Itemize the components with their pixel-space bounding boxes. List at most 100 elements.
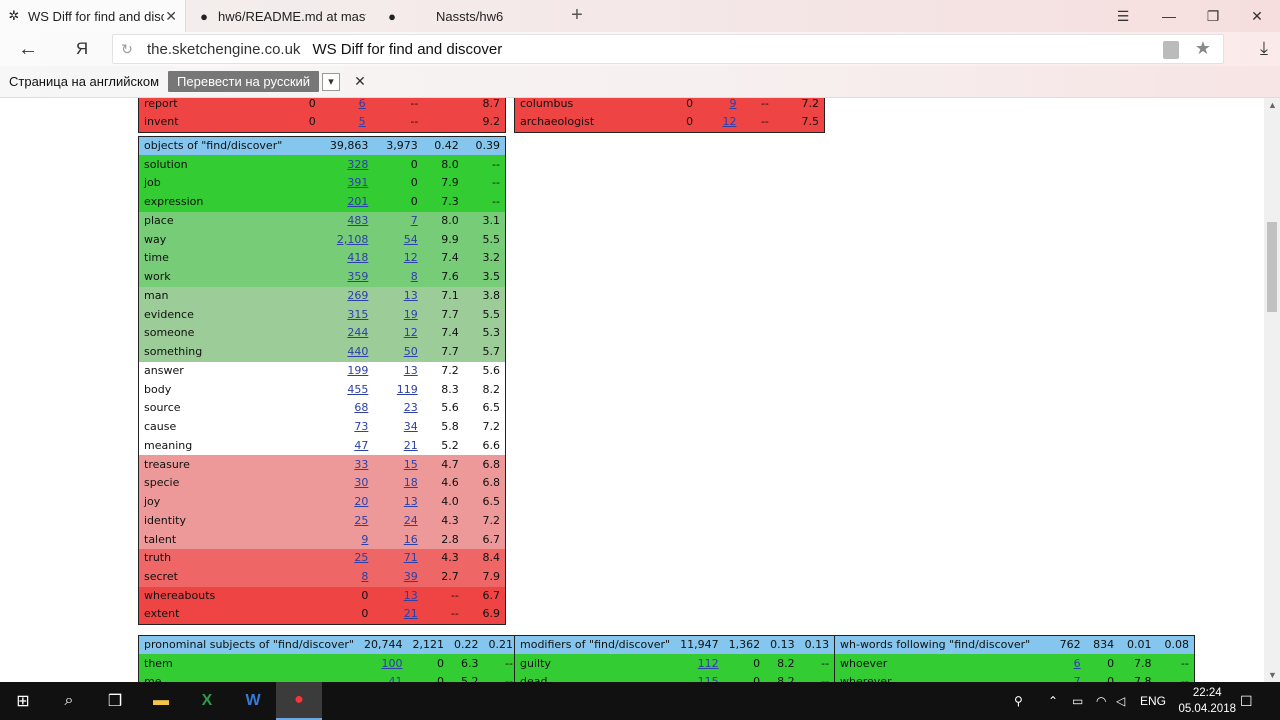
- protect-icon[interactable]: [1163, 41, 1179, 59]
- tab-readme[interactable]: ● hw6/README.md at master: [190, 0, 376, 32]
- scroll-up-icon[interactable]: ▲: [1268, 100, 1277, 110]
- concordance-link[interactable]: 12: [404, 251, 418, 264]
- concordance-link[interactable]: 19: [404, 308, 418, 321]
- concordance-link[interactable]: 18: [404, 476, 418, 489]
- concordance-link[interactable]: 12: [404, 326, 418, 339]
- concordance-link[interactable]: 9: [729, 98, 736, 110]
- windows-start-icon[interactable]: ⊞: [0, 682, 46, 720]
- concordance-link[interactable]: 418: [347, 251, 368, 264]
- concordance-link[interactable]: 5: [359, 115, 366, 128]
- tab-sketch-engine[interactable]: ✲ WS Diff for find and disco ✕: [0, 0, 186, 32]
- search-icon[interactable]: ⌕: [46, 682, 92, 720]
- menu-icon[interactable]: ☰: [1100, 0, 1146, 32]
- concordance-link[interactable]: 39: [404, 570, 418, 583]
- scrollbar-thumb[interactable]: [1267, 222, 1277, 312]
- concordance-link[interactable]: 7: [411, 214, 418, 227]
- concordance-link[interactable]: 13: [404, 495, 418, 508]
- concordance-link[interactable]: 21: [404, 439, 418, 452]
- concordance-link[interactable]: 71: [404, 551, 418, 564]
- notifications-icon[interactable]: ☐: [1240, 682, 1253, 720]
- battery-icon[interactable]: ▭: [1072, 682, 1083, 720]
- concordance-link[interactable]: 25: [354, 551, 368, 564]
- close-icon[interactable]: ✕: [354, 73, 366, 90]
- concordance-link[interactable]: 440: [347, 345, 368, 358]
- translate-button[interactable]: Перевести на русский: [168, 71, 320, 92]
- people-icon[interactable]: ⚲: [1014, 682, 1023, 720]
- concordance-link[interactable]: 24: [404, 514, 418, 527]
- concordance-link[interactable]: 21: [404, 607, 418, 620]
- volume-icon[interactable]: ◁: [1116, 682, 1125, 720]
- concordance-link[interactable]: 359: [347, 270, 368, 283]
- freq-1: 25: [316, 512, 374, 531]
- new-tab-button[interactable]: +: [566, 4, 588, 26]
- concordance-link[interactable]: 315: [347, 308, 368, 321]
- back-arrow-icon[interactable]: ←: [14, 36, 42, 62]
- concordance-link[interactable]: 2,108: [337, 233, 369, 246]
- concordance-link[interactable]: 483: [347, 214, 368, 227]
- concordance-link[interactable]: 68: [354, 401, 368, 414]
- concordance-link[interactable]: 33: [354, 458, 368, 471]
- concordance-link[interactable]: 112: [698, 657, 719, 670]
- restore-icon[interactable]: ❐: [1190, 0, 1236, 32]
- concordance-link[interactable]: 41: [388, 675, 402, 682]
- concordance-link[interactable]: 455: [347, 383, 368, 396]
- concordance-link[interactable]: 23: [404, 401, 418, 414]
- yandex-browser-icon[interactable]: ●: [276, 682, 322, 720]
- reload-icon[interactable]: ↻: [113, 41, 141, 58]
- concordance-link[interactable]: 100: [381, 657, 402, 670]
- concordance-link[interactable]: 73: [354, 420, 368, 433]
- concordance-link[interactable]: 16: [404, 533, 418, 546]
- score-1: 7.7: [441, 345, 459, 359]
- concordance-link[interactable]: 244: [347, 326, 368, 339]
- excel-icon[interactable]: X: [184, 682, 230, 720]
- close-tab-icon[interactable]: ✕: [165, 8, 177, 25]
- concordance-link[interactable]: 115: [698, 675, 719, 682]
- concordance-link[interactable]: 25: [354, 514, 368, 527]
- minimize-icon[interactable]: —: [1146, 0, 1192, 32]
- concordance-link[interactable]: 34: [404, 420, 418, 433]
- concordance-link[interactable]: 201: [347, 195, 368, 208]
- ws-table-modifiers: modifiers of "find/discover" 11,947 1,36…: [514, 635, 836, 682]
- clock[interactable]: 22:24 05.04.2018: [1178, 685, 1236, 717]
- table-row: work 359 8 7.6 3.5: [138, 267, 506, 287]
- chevron-up-icon[interactable]: ⌃: [1048, 682, 1058, 720]
- concordance-link[interactable]: 13: [404, 364, 418, 377]
- scroll-down-icon[interactable]: ▼: [1268, 670, 1277, 680]
- bookmark-star-icon[interactable]: ★: [1195, 38, 1211, 59]
- concordance-link[interactable]: 269: [347, 289, 368, 302]
- download-icon[interactable]: ⤓: [1260, 38, 1268, 59]
- yandex-button[interactable]: Я: [68, 36, 96, 62]
- concordance-link[interactable]: 8: [411, 270, 418, 283]
- task-view-icon[interactable]: ❒: [92, 682, 138, 720]
- concordance-link[interactable]: 6: [1074, 657, 1081, 670]
- concordance-link[interactable]: 119: [397, 383, 418, 396]
- concordance-link[interactable]: 47: [354, 439, 368, 452]
- score-2: 8.2: [482, 382, 501, 396]
- concordance-link[interactable]: 7: [1074, 675, 1081, 682]
- url-field[interactable]: ↻ the.sketchengine.co.uk WS Diff for fin…: [112, 34, 1224, 64]
- concordance-link[interactable]: 8: [361, 570, 368, 583]
- concordance-link[interactable]: 30: [354, 476, 368, 489]
- word-icon[interactable]: W: [230, 682, 276, 720]
- concordance-link[interactable]: 6: [359, 98, 366, 110]
- close-window-icon[interactable]: ✕: [1234, 0, 1280, 32]
- vertical-scrollbar[interactable]: ▲ ▼: [1264, 98, 1280, 682]
- language-indicator[interactable]: ENG: [1140, 682, 1166, 720]
- score-1: 4.7: [441, 457, 459, 471]
- concordance-link[interactable]: 328: [347, 158, 368, 171]
- concordance-link[interactable]: 9: [361, 533, 368, 546]
- concordance-link[interactable]: 20: [354, 495, 368, 508]
- concordance-link[interactable]: 13: [404, 589, 418, 602]
- wifi-icon[interactable]: ◠: [1096, 682, 1106, 720]
- concordance-link[interactable]: 50: [404, 345, 418, 358]
- chevron-down-icon[interactable]: ▾: [322, 72, 341, 91]
- concordance-link[interactable]: 391: [347, 176, 368, 189]
- concordance-link[interactable]: 199: [347, 364, 368, 377]
- concordance-link[interactable]: 13: [404, 289, 418, 302]
- file-explorer-icon[interactable]: ▬: [138, 682, 184, 720]
- concordance-link[interactable]: 12: [722, 115, 736, 128]
- concordance-link[interactable]: 54: [404, 233, 418, 246]
- freq-2: 12: [698, 113, 741, 132]
- tab-hw6[interactable]: ● Nassts/hw6: [378, 0, 564, 32]
- concordance-link[interactable]: 15: [404, 458, 418, 471]
